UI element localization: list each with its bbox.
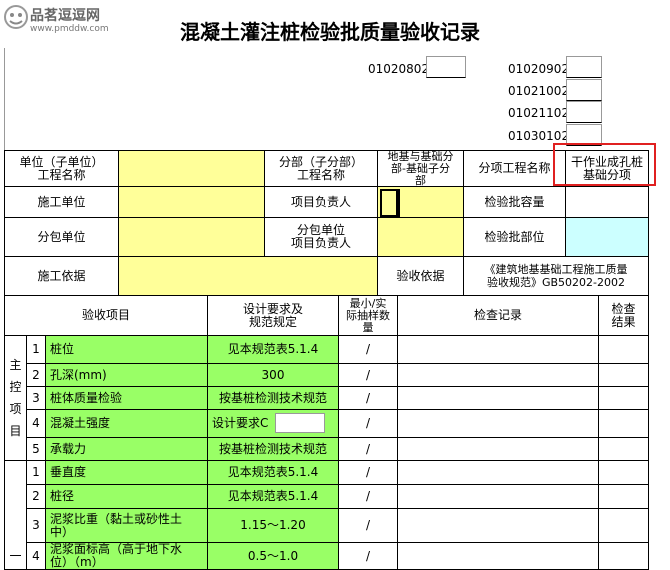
- main-control-group-label: 主 控 项 目: [5, 336, 27, 461]
- main-item-2-record[interactable]: [398, 364, 599, 387]
- main-item-3-no: 3: [27, 387, 46, 410]
- general-item-3-no: 3: [27, 509, 46, 543]
- cell-cursor: [380, 189, 400, 217]
- general-item-3-result[interactable]: [599, 509, 649, 543]
- general-item-2-record[interactable]: [398, 485, 599, 509]
- general-item-4-design: 0.5～1.0: [208, 543, 339, 570]
- construction-basis-field[interactable]: [119, 257, 378, 296]
- column-header-result: 检查 结果: [599, 296, 649, 336]
- form-title: 混凝土灌注桩检验批质量验收记录: [180, 20, 480, 44]
- part-name-value[interactable]: 地基与基础分 部-基础子分 部: [378, 151, 464, 187]
- general-item-1-sample: /: [339, 461, 398, 485]
- general-item-1-record[interactable]: [398, 461, 599, 485]
- main-item-5-design: 按基桩检测技术规范: [208, 438, 339, 461]
- main-item-4-no: 4: [27, 410, 46, 438]
- general-item-3-design: 1.15～1.20: [208, 509, 339, 543]
- unit-name-field[interactable]: [119, 151, 265, 187]
- batch-capacity-label: 检验批容量: [464, 187, 566, 218]
- main-item-5-name: 承载力: [46, 438, 208, 461]
- unit-name-label: 单位（子单位） 工程名称: [5, 151, 119, 187]
- main-item-1-result[interactable]: [599, 336, 649, 364]
- spreadsheet-form: 品茗逗逗网 www.pmddw.com 混凝土灌注桩检验批质量验收记录 0102…: [0, 0, 670, 570]
- acceptance-basis-label: 验收依据: [378, 257, 464, 296]
- main-item-1-record[interactable]: [398, 336, 599, 364]
- general-item-4-sample: /: [339, 543, 398, 570]
- code-right-4: 01030102: [508, 129, 570, 143]
- code-right-1: 01020902: [508, 62, 570, 76]
- main-item-4-result[interactable]: [599, 410, 649, 438]
- sub-item-label: 分项工程名称: [464, 151, 566, 187]
- code-right-2: 01021002: [508, 84, 570, 98]
- general-item-2-no: 2: [27, 485, 46, 509]
- main-item-5-no: 5: [27, 438, 46, 461]
- column-header-item: 验收项目: [5, 296, 208, 336]
- general-item-4-no: 4: [27, 543, 46, 570]
- main-item-1-design: 见本规范表5.1.4: [208, 336, 339, 364]
- main-item-1-no: 1: [27, 336, 46, 364]
- main-item-1-name: 桩位: [46, 336, 208, 364]
- code-left-input[interactable]: [426, 56, 466, 78]
- code-right-3: 01021102: [508, 106, 570, 120]
- batch-capacity-field[interactable]: [566, 187, 649, 218]
- general-item-3-sample: /: [339, 509, 398, 543]
- subcontract-unit-label: 分包单位: [5, 218, 119, 257]
- watermark-site-name: 品茗逗逗网: [30, 8, 100, 24]
- main-item-5-sample: /: [339, 438, 398, 461]
- general-item-4-result[interactable]: [599, 543, 649, 570]
- general-item-4-record[interactable]: [398, 543, 599, 570]
- column-header-record: 检查记录: [398, 296, 599, 336]
- general-item-1-design: 见本规范表5.1.4: [208, 461, 339, 485]
- batch-location-label: 检验批部位: [464, 218, 566, 257]
- general-item-2-result[interactable]: [599, 485, 649, 509]
- watermark-url: www.pmddw.com: [30, 24, 109, 34]
- code-right-input-1[interactable]: [566, 56, 602, 78]
- general-item-3-record[interactable]: [398, 509, 599, 543]
- general-group-label: 一: [5, 461, 27, 570]
- highlight-box: [553, 143, 656, 186]
- part-name-label: 分部（子分部） 工程名称: [265, 151, 378, 187]
- main-item-5-result[interactable]: [599, 438, 649, 461]
- acceptance-basis-value[interactable]: 《建筑地基基础工程施工质量 验收规范》GB50202-2002: [464, 257, 649, 296]
- main-item-3-design: 按基桩检测技术规范: [208, 387, 339, 410]
- main-item-4-sample: /: [339, 410, 398, 438]
- construction-unit-field[interactable]: [119, 187, 265, 218]
- general-item-3-name: 泥浆比重（黏土或砂性土 中）: [46, 509, 208, 543]
- main-item-2-design: 300: [208, 364, 339, 387]
- subcontract-manager-label: 分包单位 项目负责人: [265, 218, 378, 257]
- code-left: 01020802: [368, 62, 430, 76]
- construction-basis-label: 施工依据: [5, 257, 119, 296]
- main-item-3-record[interactable]: [398, 387, 599, 410]
- main-item-2-name: 孔深(mm): [46, 364, 208, 387]
- subcontract-manager-field[interactable]: [378, 218, 464, 257]
- concrete-grade-input[interactable]: [275, 413, 325, 433]
- grid-line: [4, 48, 5, 151]
- general-item-2-design: 见本规范表5.1.4: [208, 485, 339, 509]
- construction-unit-label: 施工单位: [5, 187, 119, 218]
- column-header-design: 设计要求及 规范规定: [208, 296, 339, 336]
- general-item-1-name: 垂直度: [46, 461, 208, 485]
- main-item-2-sample: /: [339, 364, 398, 387]
- main-item-3-name: 桩体质量检验: [46, 387, 208, 410]
- main-item-3-result[interactable]: [599, 387, 649, 410]
- main-item-3-sample: /: [339, 387, 398, 410]
- main-item-2-no: 2: [27, 364, 46, 387]
- general-item-1-no: 1: [27, 461, 46, 485]
- code-right-input-2[interactable]: [566, 79, 602, 101]
- general-item-2-sample: /: [339, 485, 398, 509]
- main-item-5-record[interactable]: [398, 438, 599, 461]
- general-item-1-result[interactable]: [599, 461, 649, 485]
- code-right-input-3[interactable]: [566, 101, 602, 123]
- general-item-4-name: 泥浆面标高（高于地下水 位）（m）: [46, 543, 208, 570]
- column-header-sample: 最小/实 际抽样数 量: [339, 296, 398, 336]
- main-item-1-sample: /: [339, 336, 398, 364]
- subcontract-unit-field[interactable]: [119, 218, 265, 257]
- main-item-4-record[interactable]: [398, 410, 599, 438]
- main-item-2-result[interactable]: [599, 364, 649, 387]
- main-item-4-name: 混凝土强度: [46, 410, 208, 438]
- general-item-2-name: 桩径: [46, 485, 208, 509]
- project-manager-label: 项目负责人: [265, 187, 378, 218]
- batch-location-field[interactable]: [566, 218, 649, 257]
